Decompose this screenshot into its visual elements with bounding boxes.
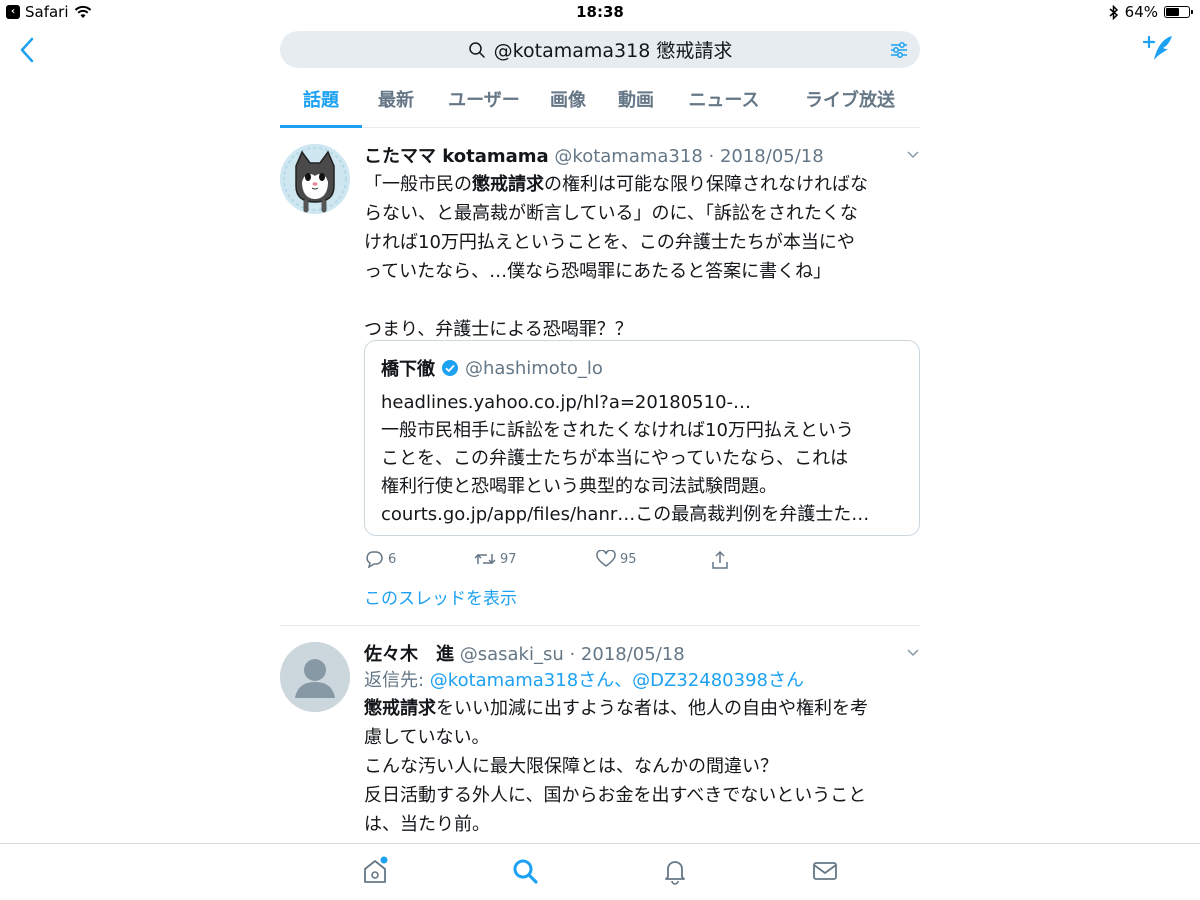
tweet-sasaki[interactable]: 佐々木 進 @sasaki_su · 2018/05/18 返信先: @kota… bbox=[280, 626, 920, 842]
status-right: 64% bbox=[1109, 3, 1193, 21]
status-bar: ‹ Safari 18:38 64% bbox=[0, 0, 1200, 26]
nav-bar: @kotamama318 懲戒請求 bbox=[0, 26, 1200, 74]
tweet-header: 佐々木 進 @sasaki_su · 2018/05/18 bbox=[364, 640, 685, 666]
notifications-icon[interactable] bbox=[660, 856, 690, 886]
retweet-button[interactable]: 97 bbox=[474, 550, 517, 568]
quoted-line: 一般市民相手に訴訟をされたくなければ10万円払えという bbox=[381, 420, 854, 441]
verified-badge-icon bbox=[442, 360, 458, 376]
search-tabs: 話題 最新 ユーザー 画像 動画 ニュース ライブ放送 bbox=[280, 78, 920, 128]
reply-context: 返信先: @kotamama318さん、@DZ32480398さん bbox=[364, 666, 804, 692]
battery-percent: 64% bbox=[1124, 3, 1158, 21]
reply-prefix: 返信先: bbox=[364, 670, 430, 691]
tweet-text: 「一般市民の懲戒請求の権利は可能な限り保障されなければな らない、と最高裁が断言… bbox=[364, 170, 920, 344]
tweet-line bbox=[364, 286, 920, 315]
quoted-line: ことを、この弁護士たちが本当にやっていたなら、これは bbox=[381, 448, 849, 469]
search-icon bbox=[468, 41, 485, 58]
chevron-down-icon[interactable] bbox=[906, 150, 920, 160]
tab-top[interactable]: 話題 bbox=[280, 78, 362, 128]
tweet-line: 「一般市民の懲戒請求の権利は可能な限り保障されなければな bbox=[364, 174, 868, 195]
highlighted-keyword: 懲戒請求 bbox=[472, 174, 544, 195]
reply-targets-link[interactable]: @kotamama318さん、@DZ32480398さん bbox=[430, 670, 804, 691]
tweet-line: らない、と最高裁が断言している」のに、「訴訟をされたくな bbox=[364, 203, 858, 224]
reply-button[interactable]: 6 bbox=[364, 550, 396, 568]
tab-images[interactable]: 画像 bbox=[542, 78, 594, 128]
search-query: @kotamama318 懲戒請求 bbox=[493, 40, 733, 62]
tab-users[interactable]: ユーザー bbox=[438, 78, 530, 128]
status-time: 18:38 bbox=[576, 3, 624, 21]
battery-icon bbox=[1164, 6, 1193, 18]
avatar[interactable] bbox=[280, 144, 350, 214]
quoted-line: 権利行使と恐喝罪という典型的な司法試験問題。 bbox=[381, 476, 777, 497]
highlighted-keyword: 懲戒請求 bbox=[364, 698, 436, 719]
bluetooth-icon bbox=[1109, 4, 1118, 20]
cat-avatar-icon bbox=[280, 144, 350, 214]
share-icon bbox=[712, 550, 728, 569]
show-thread-link[interactable]: このスレッドを表示 bbox=[364, 584, 517, 609]
tweet-line: 懲戒請求をいい加減に出すような者は、他人の自由や権利を考 bbox=[364, 698, 868, 719]
avatar[interactable] bbox=[280, 642, 350, 712]
tweet-line: 慮していない。 bbox=[364, 727, 490, 748]
tweet-line: は、当たり前。 bbox=[364, 814, 490, 835]
tweet-line: ければ10万円払えということを、この弁護士たちが本当にや bbox=[364, 232, 855, 253]
bottom-tab-bar bbox=[0, 843, 1200, 900]
quoted-header: 橋下徹 @hashimoto_lo bbox=[381, 355, 603, 381]
like-icon bbox=[596, 550, 616, 567]
filter-icon[interactable] bbox=[888, 39, 910, 61]
like-button[interactable]: 95 bbox=[596, 550, 637, 568]
quoted-handle: @hashimoto_lo bbox=[465, 357, 603, 379]
handle-date: @kotamama318 · 2018/05/18 bbox=[554, 146, 824, 167]
search-input[interactable]: @kotamama318 懲戒請求 bbox=[280, 31, 920, 68]
quoted-line[interactable]: courts.go.jp/app/files/hanr…この最高裁判例を弁護士た… bbox=[381, 501, 911, 529]
tab-news[interactable]: ニュース bbox=[678, 78, 770, 128]
tab-videos[interactable]: 動画 bbox=[610, 78, 662, 128]
reply-count: 6 bbox=[388, 551, 397, 567]
tweet-line: っていたなら、…僕なら恐喝罪にあたると答案に書くね」 bbox=[364, 261, 832, 282]
tab-latest[interactable]: 最新 bbox=[366, 78, 426, 128]
display-name[interactable]: 佐々木 進 bbox=[364, 644, 454, 665]
reply-icon bbox=[366, 551, 383, 568]
tweet-header: こたママ kotamama @kotamama318 · 2018/05/18 bbox=[364, 142, 824, 168]
search-tab-icon[interactable] bbox=[510, 856, 540, 886]
tweet-kotamama[interactable]: こたママ kotamama @kotamama318 · 2018/05/18 … bbox=[280, 128, 920, 624]
retweet-icon bbox=[474, 553, 496, 565]
tweet-line: こんな汚い人に最大限保障とは、なんかの間違い？ bbox=[364, 756, 778, 777]
chevron-down-icon[interactable] bbox=[906, 648, 920, 658]
default-avatar-icon bbox=[280, 642, 350, 712]
handle-date: @sasaki_su · 2018/05/18 bbox=[459, 644, 685, 665]
home-icon[interactable] bbox=[360, 856, 390, 886]
share-button[interactable] bbox=[710, 550, 730, 570]
messages-icon[interactable] bbox=[810, 856, 840, 886]
like-count: 95 bbox=[620, 551, 637, 567]
tab-live[interactable]: ライブ放送 bbox=[792, 78, 908, 128]
quoted-line[interactable]: headlines.yahoo.co.jp/hl?a=20180510-… bbox=[381, 389, 911, 417]
quoted-name: 橋下徹 bbox=[381, 359, 435, 380]
tweet-line: 反日活動する外人に、国からお金を出すべきでないということ bbox=[364, 785, 867, 806]
compose-tweet-icon[interactable] bbox=[1142, 32, 1176, 66]
retweet-count: 97 bbox=[500, 551, 517, 567]
quoted-tweet[interactable]: 橋下徹 @hashimoto_lo headlines.yahoo.co.jp/… bbox=[364, 340, 920, 536]
quoted-text: headlines.yahoo.co.jp/hl?a=20180510-… 一般… bbox=[381, 389, 911, 529]
battery-fill bbox=[1166, 8, 1179, 16]
display-name[interactable]: こたママ kotamama bbox=[364, 146, 549, 167]
tweet-text: 懲戒請求をいい加減に出すような者は、他人の自由や権利を考 慮していない。 こんな… bbox=[364, 694, 920, 839]
back-chevron-icon[interactable] bbox=[18, 36, 38, 64]
